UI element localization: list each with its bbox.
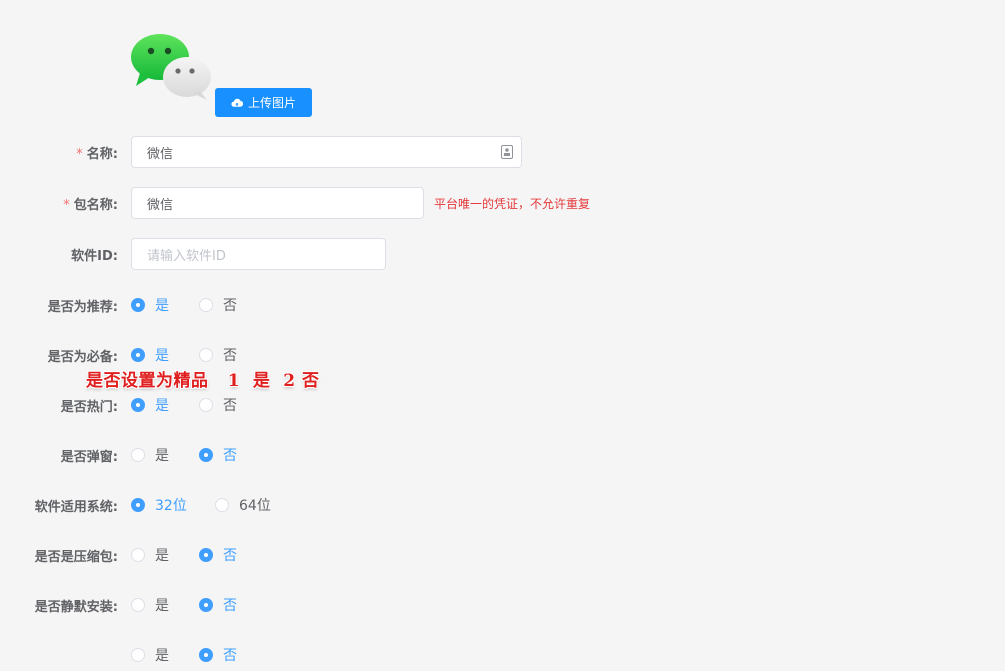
upload-image-button[interactable]: 上传图片 [215,88,312,117]
package-form-item: * 包名称: 微信 平台唯一的凭证，不允许重复 [0,187,590,219]
cloud-upload-icon [231,98,243,107]
system-32bit-radio[interactable]: 32位 [131,495,215,515]
wechat-logo [130,33,214,101]
essential-label: 是否为必备: [47,349,118,365]
radio-circle [131,448,145,462]
cutoff-yes-radio[interactable]: 是 [131,645,199,665]
package-label: * 包名称: [63,197,118,213]
software-id-label: 软件ID: [71,248,118,264]
name-input[interactable]: 微信 [131,136,522,168]
radio-circle [131,648,145,662]
name-form-item: * 名称: 微信 [0,136,522,168]
silent-install-form-item: 是否静默安装: 是 否 [0,589,237,621]
radio-circle [199,448,213,462]
popup-no-radio[interactable]: 否 [199,445,237,465]
radio-circle [131,598,145,612]
hot-no-radio[interactable]: 否 [199,395,237,415]
radio-circle [215,498,229,512]
software-id-form-item: 软件ID: 请输入软件ID [0,238,386,270]
package-hint: 平台唯一的凭证，不允许重复 [434,196,591,211]
cutoff-no-radio[interactable]: 否 [199,645,237,665]
archive-yes-radio[interactable]: 是 [131,545,199,565]
archive-label: 是否是压缩包: [34,549,118,565]
radio-circle [199,598,213,612]
silent-install-yes-radio[interactable]: 是 [131,595,199,615]
hot-yes-radio[interactable]: 是 [131,395,199,415]
radio-circle [131,548,145,562]
radio-circle [131,348,145,362]
featured-annotation: 是否设置为精品 1 是 2 否 [86,371,320,391]
name-label: * 名称: [76,146,118,162]
system-form-item: 软件适用系统: 32位 64位 [0,489,271,521]
radio-circle [131,398,145,412]
archive-form-item: 是否是压缩包: 是 否 [0,539,237,571]
radio-circle [131,498,145,512]
cutoff-form-item: 是 否 [0,639,237,671]
software-id-input[interactable]: 请输入软件ID [131,238,386,270]
upload-button-label: 上传图片 [247,96,296,110]
radio-circle [199,398,213,412]
recommend-label: 是否为推荐: [47,299,118,315]
popup-label: 是否弹窗: [60,449,118,465]
popup-yes-radio[interactable]: 是 [131,445,199,465]
radio-circle [199,648,213,662]
radio-circle [199,298,213,312]
archive-no-radio[interactable]: 否 [199,545,237,565]
package-input[interactable]: 微信 [131,187,424,219]
radio-circle [199,348,213,362]
popup-form-item: 是否弹窗: 是 否 [0,439,237,471]
contact-card-icon [501,145,513,159]
essential-no-radio[interactable]: 否 [199,345,237,365]
radio-circle [131,298,145,312]
recommend-no-radio[interactable]: 否 [199,295,237,315]
silent-install-label: 是否静默安装: [34,599,118,615]
essential-yes-radio[interactable]: 是 [131,345,199,365]
wechat-icon [131,34,211,100]
radio-circle [199,548,213,562]
recommend-form-item: 是否为推荐: 是 否 [0,289,237,321]
system-64bit-radio[interactable]: 64位 [215,495,271,515]
silent-install-no-radio[interactable]: 否 [199,595,237,615]
hot-form-item: 是否热门: 是 否 [0,389,237,421]
system-label: 软件适用系统: [34,499,118,515]
hot-label: 是否热门: [60,399,118,415]
recommend-yes-radio[interactable]: 是 [131,295,199,315]
